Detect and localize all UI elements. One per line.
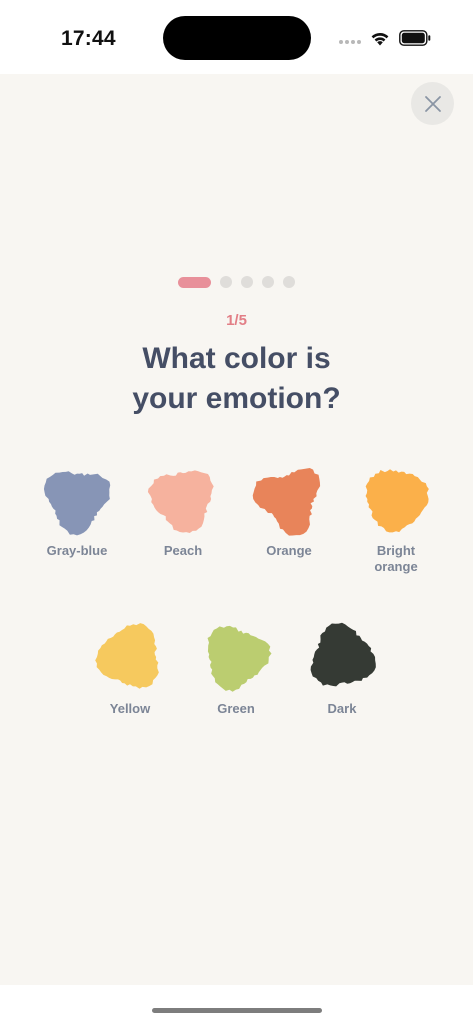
signal-icon bbox=[339, 40, 363, 46]
color-option-gray-blue[interactable]: Gray-blue bbox=[22, 460, 132, 559]
progress-step-active bbox=[178, 276, 211, 288]
color-swatch bbox=[38, 460, 116, 538]
progress-indicator bbox=[0, 276, 473, 288]
color-label: Bright orange bbox=[374, 543, 418, 574]
color-label: Orange bbox=[266, 543, 312, 558]
status-time: 17:44 bbox=[61, 27, 116, 50]
question-title-line2: your emotion? bbox=[132, 382, 341, 415]
progress-step bbox=[220, 276, 232, 288]
color-swatch bbox=[91, 618, 169, 696]
emotion-color-screen: 17:44 1/5 What color is your emotion? Gr… bbox=[0, 0, 473, 1024]
progress-step bbox=[283, 276, 295, 288]
color-option-green[interactable]: Green bbox=[181, 618, 291, 717]
color-swatch bbox=[144, 460, 222, 538]
color-swatch bbox=[303, 618, 381, 696]
color-option-orange[interactable]: Orange bbox=[234, 460, 344, 559]
battery-icon bbox=[399, 30, 431, 46]
close-icon bbox=[424, 95, 441, 112]
color-label: Yellow bbox=[109, 701, 151, 716]
color-swatch bbox=[357, 460, 435, 538]
question-title-line1: What color is bbox=[142, 342, 331, 375]
close-button[interactable] bbox=[411, 82, 454, 125]
color-option-yellow[interactable]: Yellow bbox=[75, 618, 185, 717]
wifi-icon bbox=[371, 32, 389, 46]
color-label: Green bbox=[217, 701, 255, 716]
step-counter: 1/5 bbox=[226, 312, 247, 329]
color-swatch bbox=[250, 460, 328, 538]
color-label: Gray-blue bbox=[46, 543, 108, 558]
color-label: Dark bbox=[327, 701, 357, 716]
question-title: What color is your emotion? bbox=[0, 339, 473, 419]
color-swatch bbox=[197, 618, 275, 696]
color-option-bright-orange[interactable]: Bright orange bbox=[341, 460, 451, 575]
status-bar: 17:44 bbox=[0, 0, 473, 74]
color-label: Peach bbox=[163, 543, 203, 558]
progress-step bbox=[262, 276, 274, 288]
progress-step bbox=[241, 276, 253, 288]
bottom-safe-area bbox=[0, 985, 473, 1024]
dynamic-island bbox=[163, 16, 311, 60]
home-indicator[interactable] bbox=[152, 1008, 322, 1013]
color-option-dark[interactable]: Dark bbox=[287, 618, 397, 717]
color-option-peach[interactable]: Peach bbox=[128, 460, 238, 559]
